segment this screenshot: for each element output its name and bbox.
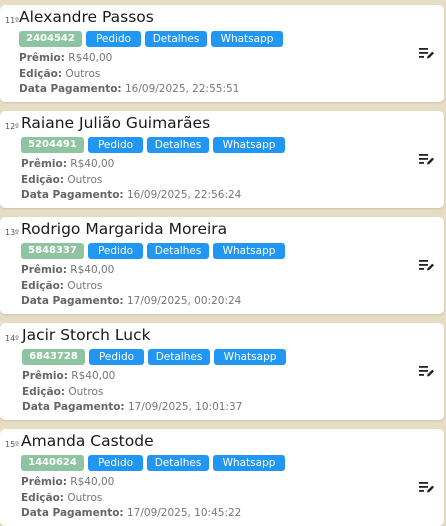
detalhes-button[interactable]: Detalhes xyxy=(145,31,207,47)
edicao-label: Edição: xyxy=(21,492,65,504)
edicao-label: Edição: xyxy=(19,68,63,80)
edicao-line: Edição: Outros xyxy=(19,68,100,80)
edit-list-icon[interactable] xyxy=(419,258,435,272)
edicao-value: Outros xyxy=(65,68,101,80)
order-id-badge: 2404542 xyxy=(19,31,82,47)
edit-list-icon[interactable] xyxy=(419,480,435,494)
detalhes-button[interactable]: Detalhes xyxy=(147,455,209,471)
detalhes-button[interactable]: Detalhes xyxy=(147,243,209,259)
edicao-label: Edição: xyxy=(22,386,66,398)
list-item: 14º Jacir Storch Luck 6843728 Pedido Det… xyxy=(0,323,444,420)
participant-name: Raiane Julião Guimarães xyxy=(21,114,211,132)
data-pagamento-value: 17/09/2025, 10:45:22 xyxy=(126,507,242,519)
pedido-button[interactable]: Pedido xyxy=(88,455,143,471)
order-id-badge: 5848337 xyxy=(21,243,84,259)
data-pagamento-value: 17/09/2025, 00:20:24 xyxy=(126,295,242,307)
premio-line: Prêmio: R$40,00 xyxy=(21,264,114,276)
list-item: 12º Raiane Julião Guimarães 5204491 Pedi… xyxy=(0,111,444,208)
rank-label: 12º xyxy=(5,122,19,131)
edicao-value: Outros xyxy=(68,386,104,398)
premio-label: Prêmio: xyxy=(21,264,67,276)
pedido-button[interactable]: Pedido xyxy=(86,31,141,47)
edit-list-icon[interactable] xyxy=(419,152,435,166)
premio-value: R$40,00 xyxy=(70,264,115,276)
premio-label: Prêmio: xyxy=(19,52,65,64)
data-pagamento-line: Data Pagamento: 17/09/2025, 00:20:24 xyxy=(21,295,241,307)
whatsapp-button[interactable]: Whatsapp xyxy=(213,455,285,471)
edicao-line: Edição: Outros xyxy=(21,280,102,292)
data-pagamento-value: 17/09/2025, 10:01:37 xyxy=(127,401,243,413)
participant-name: Amanda Castode xyxy=(21,432,154,450)
order-id-badge: 6843728 xyxy=(22,349,85,365)
premio-value: R$40,00 xyxy=(70,476,115,488)
premio-label: Prêmio: xyxy=(21,476,67,488)
edicao-value: Outros xyxy=(67,174,103,186)
edicao-line: Edição: Outros xyxy=(22,386,103,398)
premio-label: Prêmio: xyxy=(21,158,67,170)
order-id-badge: 5204491 xyxy=(21,137,84,153)
whatsapp-button[interactable]: Whatsapp xyxy=(211,31,283,47)
detalhes-button[interactable]: Detalhes xyxy=(148,349,210,365)
pedido-button[interactable]: Pedido xyxy=(89,349,144,365)
premio-line: Prêmio: R$40,00 xyxy=(21,476,114,488)
pedido-button[interactable]: Pedido xyxy=(88,243,143,259)
rank-label: 14º xyxy=(5,334,19,343)
participant-name: Rodrigo Margarida Moreira xyxy=(21,220,228,238)
edicao-value: Outros xyxy=(67,492,103,504)
premio-value: R$40,00 xyxy=(70,158,115,170)
data-pagamento-label: Data Pagamento: xyxy=(19,83,122,95)
data-pagamento-value: 16/09/2025, 22:56:24 xyxy=(126,189,242,201)
premio-value: R$40,00 xyxy=(71,370,116,382)
action-row: 6843728 Pedido Detalhes Whatsapp xyxy=(22,349,286,365)
premio-value: R$40,00 xyxy=(68,52,113,64)
edicao-line: Edição: Outros xyxy=(21,174,102,186)
edicao-label: Edição: xyxy=(21,174,65,186)
participant-name: Jacir Storch Luck xyxy=(22,326,151,344)
data-pagamento-line: Data Pagamento: 16/09/2025, 22:55:51 xyxy=(19,83,239,95)
detalhes-button[interactable]: Detalhes xyxy=(147,137,209,153)
action-row: 5204491 Pedido Detalhes Whatsapp xyxy=(21,137,285,153)
edicao-line: Edição: Outros xyxy=(21,492,102,504)
list-item: 13º Rodrigo Margarida Moreira 5848337 Pe… xyxy=(0,217,444,314)
edit-list-icon[interactable] xyxy=(419,46,435,60)
data-pagamento-label: Data Pagamento: xyxy=(21,507,124,519)
action-row: 5848337 Pedido Detalhes Whatsapp xyxy=(21,243,285,259)
action-row: 2404542 Pedido Detalhes Whatsapp xyxy=(19,31,283,47)
rank-label: 13º xyxy=(5,228,19,237)
rank-label: 15º xyxy=(5,440,19,449)
premio-label: Prêmio: xyxy=(22,370,68,382)
data-pagamento-line: Data Pagamento: 17/09/2025, 10:45:22 xyxy=(21,507,241,519)
data-pagamento-line: Data Pagamento: 16/09/2025, 22:56:24 xyxy=(21,189,241,201)
edit-list-icon[interactable] xyxy=(419,364,435,378)
data-pagamento-label: Data Pagamento: xyxy=(22,401,125,413)
pedido-button[interactable]: Pedido xyxy=(88,137,143,153)
edicao-value: Outros xyxy=(67,280,103,292)
data-pagamento-label: Data Pagamento: xyxy=(21,189,124,201)
list-item: 11º Alexandre Passos 2404542 Pedido Deta… xyxy=(0,5,444,102)
whatsapp-button[interactable]: Whatsapp xyxy=(213,137,285,153)
data-pagamento-value: 16/09/2025, 22:55:51 xyxy=(124,83,240,95)
whatsapp-button[interactable]: Whatsapp xyxy=(213,243,285,259)
premio-line: Prêmio: R$40,00 xyxy=(21,158,114,170)
data-pagamento-line: Data Pagamento: 17/09/2025, 10:01:37 xyxy=(22,401,242,413)
rank-label: 11º xyxy=(5,16,19,25)
premio-line: Prêmio: R$40,00 xyxy=(22,370,115,382)
order-id-badge: 1440624 xyxy=(21,455,84,471)
participant-name: Alexandre Passos xyxy=(19,8,154,26)
edicao-label: Edição: xyxy=(21,280,65,292)
data-pagamento-label: Data Pagamento: xyxy=(21,295,124,307)
action-row: 1440624 Pedido Detalhes Whatsapp xyxy=(21,455,285,471)
premio-line: Prêmio: R$40,00 xyxy=(19,52,112,64)
whatsapp-button[interactable]: Whatsapp xyxy=(214,349,286,365)
list-item: 15º Amanda Castode 1440624 Pedido Detalh… xyxy=(0,429,444,526)
